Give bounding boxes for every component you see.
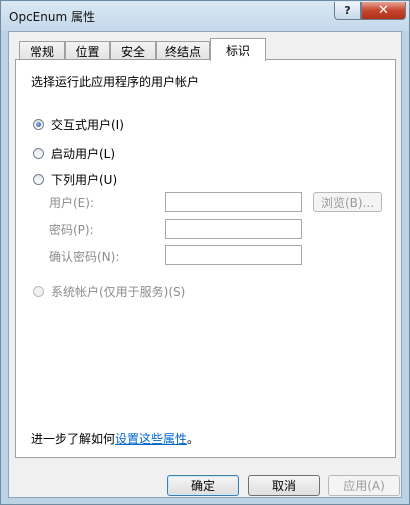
radio-this-user-label[interactable]: 下列用户(U) (51, 171, 117, 188)
radio-system-account[interactable] (33, 286, 44, 297)
close-icon: ✕ (378, 3, 389, 18)
properties-dialog: OpcEnum 属性 ? ✕ 常规 位置 安全 终结点 标识 选择运行此应用程序… (0, 0, 410, 505)
learn-more-text: 进一步了解如何设置这些属性。 (31, 430, 199, 447)
tab-endpoints[interactable]: 终结点 (156, 41, 210, 60)
learn-more-link[interactable]: 设置这些属性 (115, 432, 187, 446)
title-bar[interactable]: OpcEnum 属性 ? ✕ (1, 1, 409, 31)
radio-launching-user[interactable] (33, 148, 44, 159)
learn-more-suffix: 。 (187, 432, 200, 446)
radio-this-user[interactable] (33, 174, 44, 185)
help-button[interactable]: ? (334, 2, 361, 20)
tab-identity[interactable]: 标识 (210, 38, 266, 61)
user-input[interactable] (165, 192, 302, 212)
confirm-password-field-label: 确认密码(N): (49, 250, 120, 264)
dialog-client-area: 常规 位置 安全 终结点 标识 选择运行此应用程序的用户帐户 交互式用户(I) … (8, 31, 402, 498)
panel-heading: 选择运行此应用程序的用户帐户 (31, 75, 200, 89)
close-button[interactable]: ✕ (361, 2, 406, 20)
identity-panel: 选择运行此应用程序的用户帐户 交互式用户(I) 启动用户(L) 下列用户(U) … (15, 59, 396, 458)
user-field-label: 用户(E): (49, 196, 94, 210)
radio-interactive-user-label[interactable]: 交互式用户(I) (51, 116, 124, 133)
tab-location[interactable]: 位置 (65, 41, 110, 60)
password-field-label: 密码(P): (49, 223, 94, 237)
radio-launching-user-label[interactable]: 启动用户(L) (51, 145, 115, 162)
confirm-password-input[interactable] (165, 245, 302, 265)
help-icon: ? (344, 4, 351, 17)
tab-security[interactable]: 安全 (110, 41, 156, 60)
radio-interactive-user[interactable] (33, 119, 44, 130)
browse-button[interactable]: 浏览(B)... (313, 192, 382, 212)
learn-more-prefix: 进一步了解如何 (31, 432, 116, 446)
tab-general[interactable]: 常规 (19, 41, 65, 60)
password-input[interactable] (165, 219, 302, 239)
apply-button[interactable]: 应用(A) (328, 475, 400, 496)
ok-button[interactable]: 确定 (167, 475, 239, 496)
radio-system-account-label[interactable]: 系统帐户(仅用于服务)(S) (51, 283, 185, 300)
tab-strip: 常规 位置 安全 终结点 标识 (15, 38, 395, 61)
cancel-button[interactable]: 取消 (248, 475, 320, 496)
window-title: OpcEnum 属性 (9, 10, 95, 24)
